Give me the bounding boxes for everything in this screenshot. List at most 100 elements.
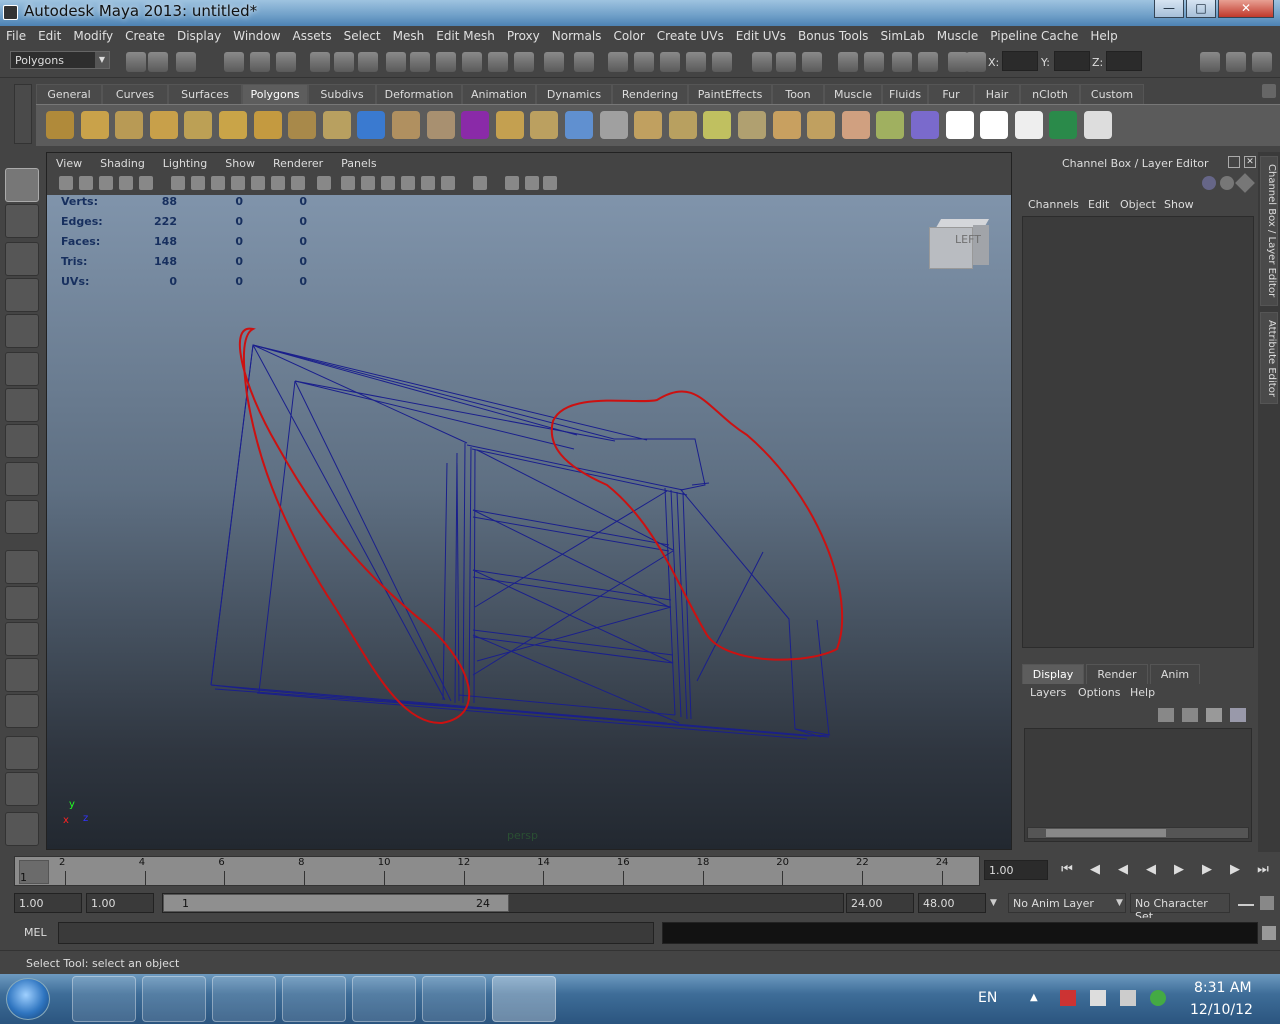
status-tool-icon[interactable] <box>712 52 732 72</box>
status-tool-icon[interactable] <box>250 52 270 72</box>
key-icon[interactable] <box>1238 898 1254 906</box>
shelf-tool-icon[interactable] <box>703 111 732 139</box>
menu-item[interactable]: File <box>0 29 32 43</box>
tray-arrow-icon[interactable]: ▲ <box>1030 992 1038 1003</box>
toolbox-tool-icon[interactable] <box>5 352 39 386</box>
outlook-taskbar-icon[interactable] <box>72 976 136 1022</box>
menu-item[interactable]: Edit Mesh <box>430 29 501 43</box>
anim-layer-selector[interactable]: No Anim Layer <box>1008 893 1126 913</box>
status-tool-icon[interactable] <box>276 52 296 72</box>
hyper-icon[interactable] <box>1235 173 1255 193</box>
step-back-button[interactable]: ◀ <box>1086 862 1104 878</box>
status-tool-icon[interactable] <box>126 52 146 72</box>
tray-globe-icon[interactable] <box>1150 990 1166 1006</box>
shelf-tab-dynamics[interactable]: Dynamics <box>536 84 612 104</box>
menu-item[interactable]: Bonus Tools <box>792 29 874 43</box>
status-tool-icon[interactable] <box>892 52 912 72</box>
menu-item[interactable]: Window <box>227 29 286 43</box>
panel-tool-icon[interactable] <box>381 176 395 190</box>
menu-item[interactable]: Assets <box>287 29 338 43</box>
status-tool-icon[interactable] <box>634 52 654 72</box>
status-tool-icon[interactable] <box>488 52 508 72</box>
squirrel-taskbar-icon[interactable] <box>422 976 486 1022</box>
flag-icon[interactable] <box>1060 990 1076 1006</box>
shelf-tool-icon[interactable] <box>46 111 74 139</box>
app-taskbar-icon[interactable] <box>212 976 276 1022</box>
character-set-selector[interactable]: No Character Set <box>1130 893 1230 923</box>
shelf-tab-fur[interactable]: Fur <box>928 84 974 104</box>
shelf-tab-custom[interactable]: Custom <box>1080 84 1144 104</box>
panel-tool-icon[interactable] <box>401 176 415 190</box>
clock-time[interactable]: 8:31 AM <box>1194 980 1252 996</box>
panel-tool-icon[interactable] <box>317 176 331 190</box>
maya-taskbar-icon[interactable] <box>492 976 556 1022</box>
trash-icon[interactable] <box>1262 84 1276 98</box>
toolbox-tool-icon[interactable] <box>5 314 39 348</box>
menu-item[interactable]: Edit <box>32 29 67 43</box>
shelf-tool-icon[interactable] <box>461 111 490 139</box>
status-tool-icon[interactable] <box>776 52 796 72</box>
time-ruler[interactable]: 1 2 4 6 8 10 12 14 16 18 20 22 24 <box>14 856 980 886</box>
menu-set-selector[interactable]: Polygons ▼ <box>10 51 110 69</box>
status-tool-icon[interactable] <box>176 52 196 72</box>
maximize-button[interactable]: □ <box>1186 0 1216 18</box>
shelf-tab-painteffects[interactable]: PaintEffects <box>688 84 772 104</box>
layer-tab-display[interactable]: Display <box>1022 664 1084 684</box>
playback-range-bar[interactable]: 1 24 <box>162 893 844 913</box>
menu-item[interactable]: Create UVs <box>651 29 730 43</box>
panel-tool-icon[interactable] <box>473 176 487 190</box>
toolbox-tool-icon[interactable] <box>5 204 39 238</box>
status-tool-icon[interactable] <box>608 52 628 72</box>
shelf-tool-icon[interactable] <box>149 111 178 139</box>
shelf-tab-fluids[interactable]: Fluids <box>882 84 928 104</box>
maya-app-icon[interactable] <box>3 5 18 20</box>
network-icon[interactable] <box>1090 990 1106 1006</box>
status-tool-icon[interactable] <box>574 52 594 72</box>
status-tool-icon[interactable] <box>544 52 564 72</box>
shelf-tab-polygons[interactable]: Polygons <box>242 84 308 104</box>
status-tool-icon[interactable] <box>386 52 406 72</box>
channel-list[interactable] <box>1022 216 1254 648</box>
z-field[interactable] <box>1106 51 1142 71</box>
layer-menu-item[interactable]: Options <box>1078 686 1120 699</box>
layer-menu-item[interactable]: Layers <box>1030 686 1066 699</box>
panel-tool-icon[interactable] <box>139 176 153 190</box>
toolbox-tool-icon[interactable] <box>5 388 39 422</box>
status-tool-icon[interactable] <box>436 52 456 72</box>
shelf-tool-icon[interactable] <box>1049 111 1078 139</box>
minimize-button[interactable]: — <box>1154 0 1184 18</box>
speed-icon[interactable] <box>1220 176 1234 190</box>
shelf-tab-curves[interactable]: Curves <box>102 84 168 104</box>
shelf-tool-icon[interactable] <box>184 111 213 139</box>
toolbox-tool-icon[interactable] <box>5 462 39 496</box>
shelf-tab-subdivs[interactable]: Subdivs <box>308 84 376 104</box>
menu-item[interactable]: Proxy <box>501 29 546 43</box>
shelf-tool-icon[interactable] <box>876 111 905 139</box>
panel-tool-icon[interactable] <box>231 176 245 190</box>
panel-tool-icon[interactable] <box>441 176 455 190</box>
shelf-tool-icon[interactable] <box>772 111 801 139</box>
side-tab-attribute-editor[interactable]: Attribute Editor <box>1260 312 1278 404</box>
chevron-down-icon[interactable]: ▼ <box>990 898 997 908</box>
panel-tool-icon[interactable] <box>525 176 539 190</box>
status-tool-icon[interactable] <box>224 52 244 72</box>
shelf-tool-icon[interactable] <box>911 111 939 139</box>
layer-scrollbar[interactable] <box>1027 827 1249 839</box>
menu-item[interactable]: Pipeline Cache <box>984 29 1084 43</box>
animation-end-field[interactable]: 48.00 <box>918 893 986 913</box>
shelf-tool-icon[interactable] <box>807 111 836 139</box>
channel-menu-item[interactable]: Object <box>1120 198 1156 211</box>
status-tool-icon[interactable] <box>838 52 858 72</box>
channel-menu-item[interactable]: Edit <box>1088 198 1109 211</box>
status-tool-icon[interactable] <box>462 52 482 72</box>
panel-tool-icon[interactable] <box>79 176 93 190</box>
shelf-tool-icon[interactable] <box>115 111 144 139</box>
panel-tool-icon[interactable] <box>251 176 265 190</box>
command-input[interactable] <box>58 922 654 944</box>
toolbox-tool-icon[interactable] <box>5 772 39 806</box>
layer-option2-icon[interactable] <box>1230 708 1246 722</box>
y-field[interactable] <box>1054 51 1090 71</box>
current-time-field[interactable]: 1.00 <box>984 860 1048 880</box>
select-tool-icon[interactable] <box>5 168 39 202</box>
menu-item[interactable]: Normals <box>546 29 608 43</box>
